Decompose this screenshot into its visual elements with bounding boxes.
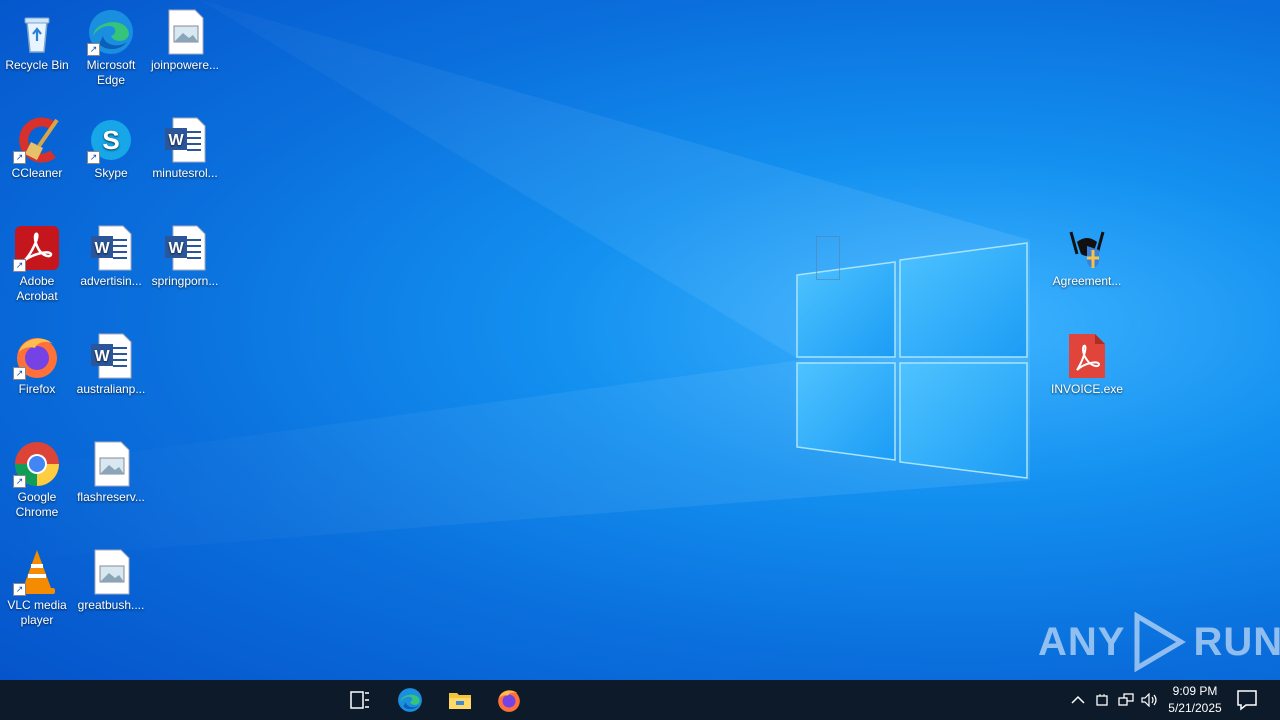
icon-label: Firefox (18, 382, 56, 396)
icon-label: VLC media player (7, 598, 67, 627)
watermark-left-text: ANY (1038, 619, 1126, 664)
shortcut-arrow-icon: ↗ (87, 151, 100, 164)
desktop-icon-microsoft-edge[interactable]: ↗ Microsoft Edge (74, 8, 148, 88)
desktop-icon-adobe-acrobat[interactable]: ↗ Adobe Acrobat (0, 224, 74, 304)
icon-label: Recycle Bin (5, 58, 69, 72)
image-file-icon (94, 441, 130, 487)
desktop-icon-advertisin[interactable]: W advertisin... (74, 224, 148, 289)
chevron-up-icon[interactable] (1068, 690, 1088, 710)
icon-label: CCleaner (11, 166, 63, 180)
image-file-icon (94, 549, 130, 595)
icon-label: INVOICE.exe (1051, 382, 1124, 396)
clock-date: 5/21/2025 (1168, 701, 1222, 715)
shortcut-arrow-icon: ↗ (13, 259, 26, 272)
svg-text:W: W (94, 348, 110, 365)
recycle-bin-icon (24, 17, 50, 53)
image-file-icon (168, 9, 204, 55)
anyrun-watermark: ANY RUN (1038, 610, 1280, 674)
selection-rectangle (816, 236, 840, 280)
taskbar-edge-button[interactable] (386, 680, 434, 720)
desktop-icon-invoice-exe[interactable]: INVOICE.exe (1050, 332, 1124, 397)
notification-icon (1237, 690, 1257, 711)
shortcut-arrow-icon: ↗ (87, 43, 100, 56)
desktop-icon-australianp[interactable]: W australianp... (74, 332, 148, 397)
play-logo-icon (1134, 612, 1187, 672)
word-doc-icon: W (165, 225, 206, 271)
desktop-icon-vlc[interactable]: ↗ VLC media player (0, 548, 74, 628)
desktop-icon-google-chrome[interactable]: ↗ Google Chrome (0, 440, 74, 520)
invoice-exe-icon (1069, 334, 1105, 378)
desktop-icon-greatbush[interactable]: greatbush.... (74, 548, 148, 613)
icon-label: minutesrol... (152, 166, 218, 180)
taskbar-clock[interactable]: 9:09 PM 5/21/2025 (1162, 683, 1228, 717)
icon-label: australianp... (76, 382, 146, 396)
clock-time: 9:09 PM (1172, 684, 1218, 698)
icon-label: Google Chrome (15, 490, 59, 519)
desktop-icon-firefox[interactable]: ↗ Firefox (0, 332, 74, 397)
agreement-exe-icon (1069, 231, 1105, 268)
word-doc-icon: W (91, 333, 132, 379)
desktop-icon-agreement[interactable]: Agreement... (1050, 224, 1124, 289)
device-icon[interactable] (1092, 690, 1112, 710)
firefox-icon (498, 690, 520, 712)
desktop-icon-flashreserv[interactable]: flashreserv... (74, 440, 148, 505)
icon-label: Agreement... (1052, 274, 1122, 288)
network-icon[interactable] (1116, 690, 1136, 710)
icon-label: joinpowere... (150, 58, 220, 72)
desktop-icon-joinpowere[interactable]: joinpowere... (148, 8, 222, 73)
svg-text:W: W (168, 132, 184, 149)
word-doc-icon: W (91, 225, 132, 271)
icon-label: flashreserv... (77, 490, 145, 504)
task-view-button[interactable] (336, 680, 384, 720)
taskbar-file-explorer-button[interactable] (436, 680, 484, 720)
edge-icon (398, 688, 422, 712)
desktop-icon-skype[interactable]: S ↗ Skype (74, 116, 148, 181)
svg-text:W: W (168, 240, 184, 257)
svg-text:S: S (102, 125, 119, 155)
shortcut-arrow-icon: ↗ (13, 151, 26, 164)
svg-text:W: W (94, 240, 110, 257)
notification-center-button[interactable] (1234, 688, 1260, 712)
icon-label: Skype (94, 166, 128, 180)
desktop-icon-ccleaner[interactable]: ↗ CCleaner (0, 116, 74, 181)
shortcut-arrow-icon: ↗ (13, 583, 26, 596)
shortcut-arrow-icon: ↗ (13, 367, 26, 380)
icon-label: springporn... (151, 274, 219, 288)
desktop-icon-springporn[interactable]: W springporn... (148, 224, 222, 289)
task-view-icon (350, 691, 369, 709)
desktop-icon-minutesrol[interactable]: W minutesrol... (148, 116, 222, 181)
icon-label: Adobe Acrobat (16, 274, 58, 303)
taskbar-firefox-button[interactable] (485, 680, 533, 720)
icon-label: Microsoft Edge (86, 58, 136, 87)
watermark-right-text: RUN (1193, 619, 1280, 664)
file-explorer-icon (449, 693, 471, 709)
volume-icon[interactable] (1140, 690, 1160, 710)
shortcut-arrow-icon: ↗ (13, 475, 26, 488)
icon-label: greatbush.... (77, 598, 145, 612)
word-doc-icon: W (165, 117, 206, 163)
icon-label: advertisin... (80, 274, 142, 288)
taskbar: 9:09 PM 5/21/2025 (0, 680, 1280, 720)
desktop-icon-recycle-bin[interactable]: Recycle Bin (0, 8, 74, 73)
